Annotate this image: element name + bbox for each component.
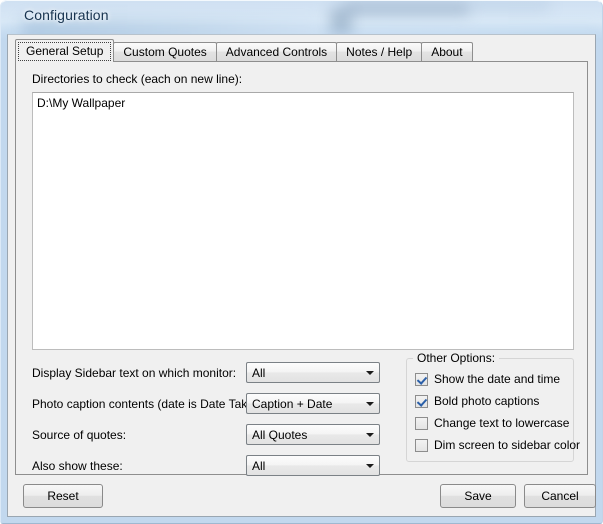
tab-advanced-controls-label: Advanced Controls: [225, 45, 328, 59]
row-also-show-these: Also show these: All: [32, 455, 380, 481]
directories-label: Directories to check (each on new line):: [32, 72, 243, 86]
checkbox-row-change-text-lowercase[interactable]: Change text to lowercase: [415, 415, 569, 431]
checkbox-dim-screen[interactable]: [415, 438, 428, 452]
combo-display-sidebar-monitor[interactable]: All: [246, 362, 380, 383]
tab-general-setup-label: General Setup: [26, 44, 104, 58]
window-title: Configuration: [24, 7, 109, 23]
combo-also-show-these-value: All: [252, 458, 266, 473]
combo-photo-caption-contents[interactable]: Caption + Date: [246, 393, 380, 414]
checkbox-dim-screen-label: Dim screen to sidebar color: [434, 438, 581, 452]
checkbox-change-text-lowercase-label: Change text to lowercase: [434, 416, 570, 430]
cancel-button[interactable]: Cancel: [524, 484, 596, 508]
checkbox-show-date-time[interactable]: [415, 372, 428, 386]
dialog-client-area: General Setup Custom Quotes Advanced Con…: [7, 34, 596, 517]
chevron-down-icon: [361, 394, 379, 413]
tab-general-setup[interactable]: General Setup: [15, 39, 115, 62]
tab-advanced-controls[interactable]: Advanced Controls: [215, 42, 338, 61]
tab-notes-help-label: Notes / Help: [346, 45, 413, 59]
combo-photo-caption-contents-value: Caption + Date: [252, 396, 333, 411]
combo-display-sidebar-monitor-value: All: [252, 365, 266, 380]
row-display-sidebar-monitor-label: Display Sidebar text on which monitor:: [32, 366, 237, 380]
tab-about[interactable]: About: [421, 42, 473, 61]
checkbox-row-dim-screen[interactable]: Dim screen to sidebar color: [415, 437, 580, 453]
row-photo-caption-contents: Photo caption contents (date is Date Tak…: [32, 393, 380, 419]
glass-blur-shape-3: [345, 2, 470, 15]
row-source-of-quotes: Source of quotes: All Quotes: [32, 424, 380, 450]
configuration-window: Configuration General Setup Custom Quote…: [0, 0, 603, 524]
row-also-show-these-label: Also show these:: [32, 459, 123, 473]
tab-page-general-setup: Directories to check (each on new line):…: [15, 61, 588, 476]
row-source-of-quotes-label: Source of quotes:: [32, 428, 127, 442]
glass-blur-shape-4: [470, 0, 550, 10]
checkbox-row-bold-photo-captions[interactable]: Bold photo captions: [415, 393, 539, 409]
tab-notes-help[interactable]: Notes / Help: [336, 42, 423, 61]
checkbox-show-date-time-label: Show the date and time: [434, 372, 561, 386]
other-options-groupbox: Other Options: Show the date and time Bo…: [406, 351, 580, 462]
tab-strip: General Setup Custom Quotes Advanced Con…: [15, 39, 473, 62]
checkbox-row-show-date-time[interactable]: Show the date and time: [415, 371, 560, 387]
combo-source-of-quotes-value: All Quotes: [252, 427, 308, 442]
row-display-sidebar-monitor: Display Sidebar text on which monitor: A…: [32, 362, 380, 388]
tab-custom-quotes-label: Custom Quotes: [123, 45, 207, 59]
tab-custom-quotes[interactable]: Custom Quotes: [113, 42, 217, 61]
chevron-down-icon: [361, 425, 379, 444]
combo-source-of-quotes[interactable]: All Quotes: [246, 424, 380, 445]
reset-button[interactable]: Reset: [23, 484, 103, 508]
other-options-title: Other Options:: [413, 351, 500, 365]
checkbox-bold-photo-captions-label: Bold photo captions: [434, 394, 540, 408]
combo-also-show-these[interactable]: All: [246, 455, 380, 476]
row-photo-caption-contents-label: Photo caption contents (date is Date Tak…: [32, 397, 268, 411]
settings-rows: Display Sidebar text on which monitor: A…: [32, 362, 380, 486]
directories-textarea[interactable]: D:\My Wallpaper: [32, 92, 574, 350]
save-button[interactable]: Save: [440, 484, 516, 508]
chevron-down-icon: [361, 363, 379, 382]
glass-blur-shape-2: [330, 8, 352, 34]
chevron-down-icon: [361, 456, 379, 475]
tab-about-label: About: [431, 45, 463, 59]
checkbox-change-text-lowercase[interactable]: [415, 416, 428, 430]
checkbox-bold-photo-captions[interactable]: [415, 394, 428, 408]
